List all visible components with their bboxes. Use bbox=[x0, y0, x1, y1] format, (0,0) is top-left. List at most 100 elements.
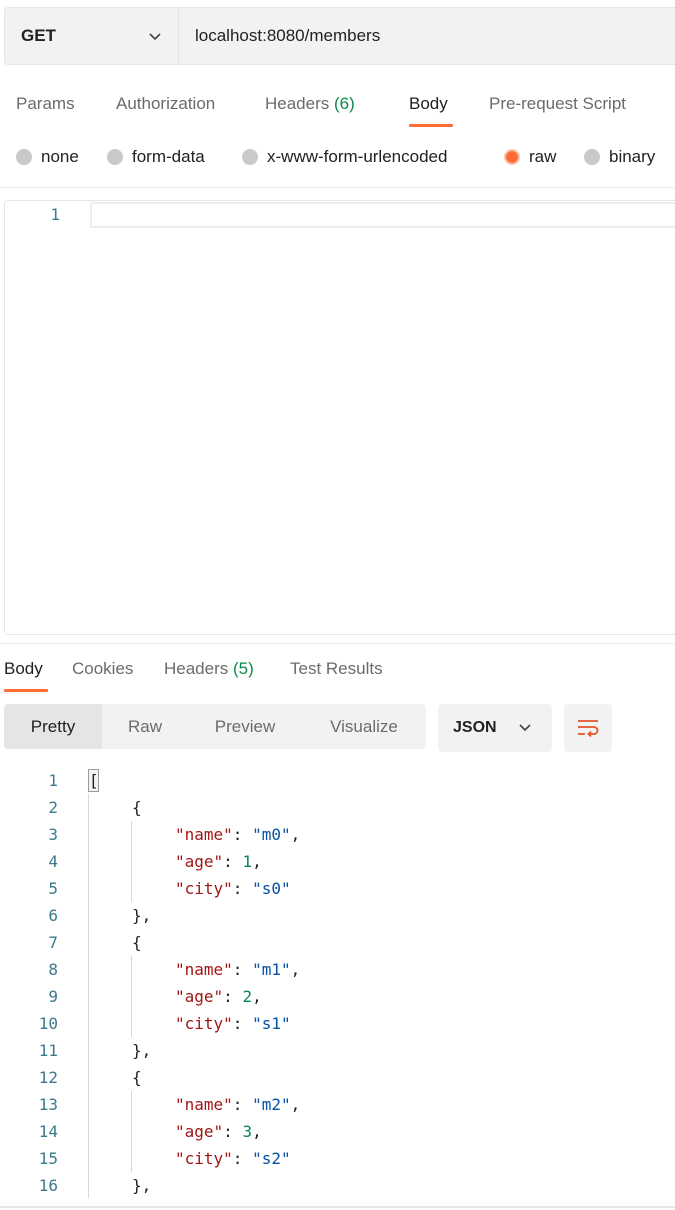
format-select[interactable]: JSON bbox=[438, 704, 552, 752]
json-punc-token: }, bbox=[132, 906, 152, 925]
line-number: 1 bbox=[48, 771, 58, 790]
json-punc-token: , bbox=[290, 1095, 301, 1114]
line-number: 14 bbox=[38, 1122, 58, 1141]
radio-none[interactable]: none bbox=[16, 145, 79, 169]
code-line: 8 "name": "m1", bbox=[0, 956, 675, 983]
code-text: { bbox=[132, 929, 142, 956]
chevron-down-icon[interactable] bbox=[147, 28, 163, 44]
wrap-lines-button[interactable] bbox=[564, 704, 612, 752]
response-tab-headers[interactable]: Headers (5) bbox=[164, 657, 254, 681]
line-number: 7 bbox=[48, 933, 58, 952]
radio-raw[interactable]: raw bbox=[504, 145, 556, 169]
json-key-token: "name" bbox=[175, 825, 233, 844]
pane-divider[interactable] bbox=[0, 643, 675, 644]
json-str-token: "m1" bbox=[252, 960, 291, 979]
tab-headers-label: Headers bbox=[265, 94, 330, 113]
radio-none-label: none bbox=[41, 147, 79, 166]
code-text: "city": "s1" bbox=[175, 1010, 291, 1037]
line-number: 11 bbox=[38, 1041, 58, 1060]
tab-headers[interactable]: Headers (6) bbox=[265, 92, 355, 116]
code-line: 7{ bbox=[0, 929, 675, 956]
tab-authorization[interactable]: Authorization bbox=[116, 92, 215, 116]
radio-form-data[interactable]: form-data bbox=[107, 145, 205, 169]
tab-body[interactable]: Body bbox=[409, 92, 448, 116]
code-text: }, bbox=[132, 1172, 151, 1199]
radio-binary[interactable]: binary bbox=[584, 145, 655, 169]
code-line: 10 "city": "s1" bbox=[0, 1010, 675, 1037]
tab-pre-request-script[interactable]: Pre-request Script bbox=[489, 92, 626, 116]
radio-unchecked-icon bbox=[584, 149, 600, 165]
code-text: "city": "s0" bbox=[175, 875, 291, 902]
code-line: 11}, bbox=[0, 1037, 675, 1064]
json-punc-token: : bbox=[232, 1149, 253, 1168]
code-text: "name": "m0", bbox=[175, 821, 300, 848]
editor-current-line[interactable] bbox=[90, 202, 675, 228]
code-line: 13 "name": "m2", bbox=[0, 1091, 675, 1118]
view-mode-visualize[interactable]: Visualize bbox=[302, 704, 426, 749]
json-key-token: "name" bbox=[175, 960, 233, 979]
code-text: "name": "m2", bbox=[175, 1091, 300, 1118]
json-punc-token: : bbox=[232, 1095, 253, 1114]
json-key-token: "city" bbox=[175, 1014, 233, 1033]
code-text: "age": 1, bbox=[175, 848, 262, 875]
code-line: 15 "city": "s2" bbox=[0, 1145, 675, 1172]
json-punc-token: : bbox=[232, 825, 253, 844]
radio-raw-label: raw bbox=[529, 147, 557, 166]
code-line: 1[ bbox=[0, 767, 675, 794]
code-line: 16}, bbox=[0, 1172, 675, 1199]
json-key-token: "city" bbox=[175, 1149, 233, 1168]
view-mode-pretty[interactable]: Pretty bbox=[4, 704, 102, 749]
request-body-editor[interactable] bbox=[4, 200, 675, 635]
tab-params[interactable]: Params bbox=[16, 92, 75, 116]
code-text: { bbox=[132, 1064, 142, 1091]
code-line: 12 { bbox=[0, 1064, 675, 1091]
json-num-token: 3 bbox=[242, 1122, 253, 1141]
chevron-down-icon[interactable] bbox=[518, 720, 532, 734]
response-tab-body[interactable]: Body bbox=[4, 657, 43, 681]
code-text: }, bbox=[132, 902, 151, 929]
code-text: "city": "s2" bbox=[175, 1145, 291, 1172]
method-label: GET bbox=[21, 26, 56, 45]
json-punc-token: [ bbox=[89, 771, 99, 790]
tab-authorization-label: Authorization bbox=[116, 94, 216, 113]
json-key-token: "city" bbox=[175, 879, 233, 898]
json-punc-token: }, bbox=[132, 1041, 152, 1060]
json-key-token: "age" bbox=[175, 852, 224, 871]
view-mode-raw[interactable]: Raw bbox=[102, 704, 188, 749]
response-tab-test-results[interactable]: Test Results bbox=[290, 657, 383, 681]
code-line: 2{ bbox=[0, 794, 675, 821]
line-number: 1 bbox=[50, 205, 60, 224]
line-number: 5 bbox=[48, 879, 58, 898]
request-bar: GET localhost:8080/members bbox=[4, 7, 675, 65]
code-text: }, bbox=[132, 1037, 151, 1064]
tab-params-label: Params bbox=[16, 94, 75, 113]
json-num-token: 1 bbox=[242, 852, 253, 871]
view-mode-preview[interactable]: Preview bbox=[188, 704, 302, 749]
json-str-token: "s2" bbox=[252, 1149, 291, 1168]
divider bbox=[0, 187, 675, 188]
line-number: 4 bbox=[48, 852, 58, 871]
json-punc-token: }, bbox=[132, 1176, 152, 1195]
json-punc-token: { bbox=[132, 1068, 142, 1087]
code-text: "age": 2, bbox=[175, 983, 262, 1010]
json-str-token: "s1" bbox=[252, 1014, 291, 1033]
radio-unchecked-icon bbox=[242, 149, 258, 165]
response-tab-cookies[interactable]: Cookies bbox=[72, 657, 133, 681]
response-tab-body-label: Body bbox=[4, 659, 43, 678]
json-str-token: "m0" bbox=[252, 825, 291, 844]
url-text: localhost:8080/members bbox=[195, 26, 381, 45]
tab-body-label: Body bbox=[409, 94, 448, 113]
code-line: 9 "age": 2, bbox=[0, 983, 675, 1010]
json-key-token: "age" bbox=[175, 1122, 224, 1141]
json-key-token: "name" bbox=[175, 1095, 233, 1114]
radio-form-data-label: form-data bbox=[132, 147, 205, 166]
response-tab-headers-label: Headers bbox=[164, 659, 229, 678]
line-number: 16 bbox=[38, 1176, 58, 1195]
url-input[interactable]: localhost:8080/members bbox=[195, 8, 380, 64]
json-punc-token: : bbox=[223, 1122, 243, 1141]
radio-x-www-form-urlencoded[interactable]: x-www-form-urlencoded bbox=[242, 145, 447, 169]
line-number: 15 bbox=[38, 1149, 58, 1168]
active-response-tab-indicator bbox=[4, 689, 48, 692]
json-punc-token: , bbox=[252, 987, 262, 1006]
line-number: 9 bbox=[48, 987, 58, 1006]
